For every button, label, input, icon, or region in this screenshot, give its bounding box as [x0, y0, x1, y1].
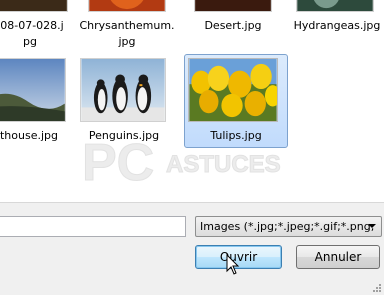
file-label-line: Desert.jpg: [204, 19, 262, 32]
file-label-line: Tulips.jpg: [210, 129, 262, 142]
thumbnail-08-07-028[interactable]: [0, 0, 68, 12]
file-label-desert[interactable]: Desert.jpg: [186, 18, 280, 34]
thumbnail-chrysanthemum[interactable]: [88, 0, 166, 12]
thumbnail-penguins[interactable]: [80, 58, 166, 122]
file-list-pane[interactable]: -08-07-028.j pg Chrysanthemum. jpg Deser…: [0, 0, 384, 202]
chevron-down-icon: [368, 224, 376, 228]
thumbnail-desert[interactable]: [194, 0, 272, 12]
cancel-button[interactable]: Annuler: [296, 245, 380, 269]
thumbnail-lighthouse[interactable]: [0, 58, 66, 122]
dialog-footer: Images (*.jpg;*.jpeg;*.gif;*.png; Ouvrir…: [0, 202, 384, 295]
file-label-line: thouse.jpg: [0, 129, 58, 142]
resize-grip-icon[interactable]: [372, 283, 382, 293]
thumbnail-hydrangeas[interactable]: [296, 0, 374, 12]
file-label-line: Chrysanthemum.: [79, 19, 175, 32]
file-label-line: Penguins.jpg: [88, 129, 160, 142]
cancel-button-label: Annuler: [314, 250, 362, 264]
file-label-hydrangeas[interactable]: Hydrangeas.jpg: [290, 18, 384, 34]
thumbnail-tulips[interactable]: [188, 58, 278, 122]
file-type-selected: Images (*.jpg;*.jpeg;*.gif;*.png;: [200, 220, 375, 233]
file-label-penguins[interactable]: Penguins.jpg: [78, 128, 170, 144]
file-label-line: pg: [23, 35, 37, 48]
mouse-pointer-icon: [226, 254, 240, 275]
file-label-08-07-028[interactable]: -08-07-028.j pg: [0, 18, 66, 50]
file-type-dropdown[interactable]: Images (*.jpg;*.jpeg;*.gif;*.png;: [195, 216, 382, 237]
file-label-line: jpg: [118, 35, 136, 48]
file-label-line: -08-07-028.j: [0, 19, 64, 32]
file-label-line: Hydrangeas.jpg: [293, 19, 381, 32]
file-label-chrysanthemum[interactable]: Chrysanthemum. jpg: [76, 18, 178, 50]
filename-combobox[interactable]: [0, 216, 186, 237]
file-label-tulips[interactable]: Tulips.jpg: [186, 128, 286, 144]
file-label-lighthouse[interactable]: thouse.jpg: [0, 128, 64, 144]
svg-text:ASTUCES: ASTUCES: [166, 151, 281, 178]
